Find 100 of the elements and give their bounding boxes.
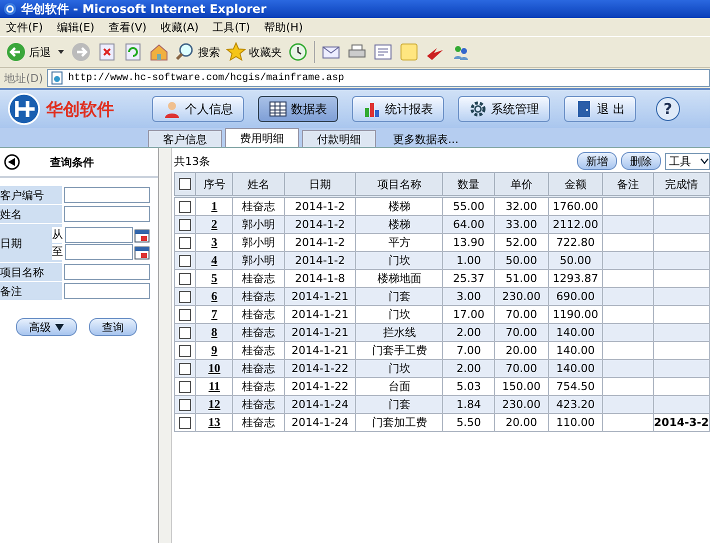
- back-button[interactable]: 后退: [6, 42, 51, 62]
- table-cell: 70.00: [506, 326, 538, 339]
- table-cell: 拦水线: [382, 326, 416, 339]
- address-field[interactable]: http://www.hc-software.com/hcgis/mainframe.asp: [47, 69, 710, 87]
- edit-icon[interactable]: [373, 42, 393, 62]
- row-checkbox[interactable]: [179, 200, 192, 213]
- calendar-icon[interactable]: [134, 226, 150, 242]
- table-cell: 1293.87: [552, 272, 598, 285]
- dropdown-caret-icon[interactable]: [57, 48, 65, 56]
- table-cell: 754.50: [556, 380, 595, 393]
- table-cell: 64.00: [452, 218, 484, 231]
- input-field[interactable]: [64, 264, 150, 280]
- nav-button[interactable]: 系统管理: [458, 96, 550, 122]
- table-cell: 690.00: [556, 290, 595, 303]
- table-cell: 51.00: [506, 272, 538, 285]
- row-checkbox[interactable]: [179, 290, 192, 303]
- delete-button[interactable]: 删除: [621, 152, 661, 170]
- tab[interactable]: 更多数据表...: [379, 131, 472, 147]
- row-link[interactable]: 7: [211, 307, 218, 321]
- row-checkbox[interactable]: [179, 308, 192, 321]
- column-header: 姓名: [232, 172, 284, 196]
- row-checkbox[interactable]: [179, 416, 192, 429]
- table-cell: 2014-1-24: [292, 416, 348, 429]
- record-count: 共13条: [174, 154, 210, 168]
- table-cell: 楼梯: [388, 218, 410, 231]
- tools-dropdown[interactable]: 工具: [665, 152, 710, 170]
- row-checkbox[interactable]: [179, 380, 192, 393]
- menu-item[interactable]: 收藏(A): [160, 20, 199, 34]
- column-header: 完成情: [653, 172, 710, 196]
- row-checkbox[interactable]: [179, 344, 192, 357]
- field-label: 项目名称: [0, 263, 62, 281]
- input-field[interactable]: [64, 283, 150, 299]
- row-checkbox[interactable]: [179, 236, 192, 249]
- table-cell: 2014-1-22: [292, 362, 348, 375]
- address-label: 地址(D): [4, 70, 44, 86]
- query-button[interactable]: 查询: [89, 318, 137, 336]
- table-cell: 2014-1-21: [292, 308, 348, 321]
- calendar-icon[interactable]: [134, 244, 150, 260]
- column-header: 备注: [602, 172, 654, 196]
- menu-item[interactable]: 查看(V): [108, 20, 147, 34]
- row-link[interactable]: 6: [211, 289, 218, 303]
- table-cell: 门套: [388, 398, 410, 411]
- table-cell: 门坎: [388, 362, 410, 375]
- table-cell: 3.00: [456, 290, 481, 303]
- row-checkbox[interactable]: [179, 326, 192, 339]
- row-link[interactable]: 4: [211, 253, 218, 267]
- menu-item[interactable]: 文件(F): [6, 20, 43, 34]
- refresh-icon[interactable]: [123, 42, 143, 62]
- select-all-checkbox[interactable]: [179, 178, 192, 190]
- home-icon[interactable]: [149, 42, 169, 62]
- table-cell: 桂奋志: [242, 326, 275, 339]
- row-link[interactable]: 3: [211, 235, 218, 249]
- date-field[interactable]: [65, 244, 133, 260]
- table-cell: 门套: [388, 290, 410, 303]
- table-cell: 门套加工费: [372, 416, 427, 429]
- row-checkbox[interactable]: [179, 272, 192, 285]
- row-checkbox[interactable]: [179, 362, 192, 375]
- date-field[interactable]: [65, 226, 133, 242]
- table-cell: 70.00: [506, 362, 538, 375]
- row-link[interactable]: 5: [211, 271, 218, 285]
- tab[interactable]: 费用明细: [225, 128, 299, 147]
- tab[interactable]: 客户信息: [148, 130, 222, 147]
- table-cell: 1.00: [456, 254, 481, 267]
- menu-item[interactable]: 工具(T): [212, 20, 250, 34]
- menu-item[interactable]: 帮助(H): [264, 20, 303, 34]
- nav-button[interactable]: 统计报表: [352, 96, 444, 122]
- advanced-button[interactable]: 高级: [16, 318, 77, 336]
- row-checkbox[interactable]: [179, 254, 192, 267]
- input-field[interactable]: [64, 187, 150, 203]
- nav-button[interactable]: 数据表: [258, 96, 338, 122]
- row-link[interactable]: 9: [211, 343, 218, 357]
- stop-icon[interactable]: [97, 42, 117, 62]
- logo-icon: [8, 93, 40, 125]
- nav-button[interactable]: 退 出: [564, 96, 636, 122]
- scrollbar[interactable]: [159, 148, 172, 543]
- add-button[interactable]: 新增: [577, 152, 617, 170]
- row-link[interactable]: 8: [211, 325, 218, 339]
- help-button[interactable]: ?: [656, 97, 680, 121]
- favorites-button[interactable]: 收藏夹: [226, 42, 282, 62]
- table-cell: 140.00: [556, 362, 595, 375]
- menu-item[interactable]: 编辑(E): [56, 20, 94, 34]
- column-header: 项目名称: [356, 172, 443, 196]
- nav-button[interactable]: 个人信息: [152, 96, 244, 122]
- search-button[interactable]: 搜索: [175, 42, 220, 62]
- table-cell: 110.00: [556, 416, 595, 429]
- table-cell: 2.00: [456, 362, 481, 375]
- row-checkbox[interactable]: [179, 398, 192, 411]
- table-cell: 桂奋志: [242, 362, 275, 375]
- browser-icon: [3, 2, 17, 16]
- row-checkbox[interactable]: [179, 218, 192, 231]
- field-label: 备注: [0, 282, 62, 300]
- table-cell: 郭小明: [242, 236, 275, 249]
- history-icon[interactable]: [288, 42, 308, 62]
- tab[interactable]: 付款明细: [302, 130, 376, 147]
- grid-icon: [269, 100, 287, 118]
- table-cell: 2014-1-21: [292, 326, 348, 339]
- input-field[interactable]: [64, 206, 150, 222]
- row-link[interactable]: 2: [211, 217, 218, 231]
- caret-icon: [55, 324, 64, 330]
- row-link[interactable]: 1: [211, 199, 218, 213]
